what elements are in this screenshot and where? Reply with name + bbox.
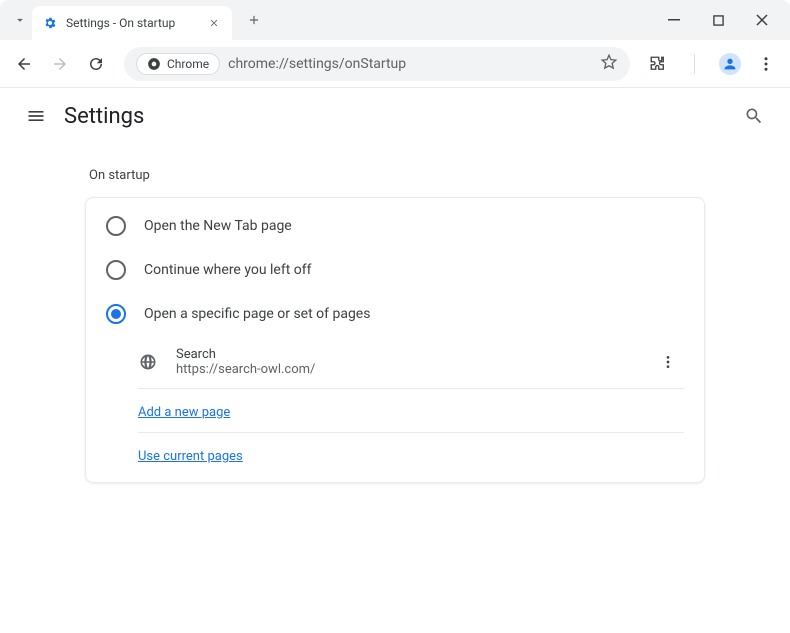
search-icon bbox=[744, 106, 764, 126]
close-icon bbox=[209, 18, 219, 28]
add-page-row: Add a new page bbox=[86, 389, 704, 432]
site-chip-label: Chrome bbox=[167, 57, 209, 71]
profile-button[interactable] bbox=[714, 48, 746, 80]
page-title: Settings bbox=[64, 104, 144, 129]
page-name: Search bbox=[176, 347, 634, 362]
address-bar[interactable]: Chrome chrome://settings/onStartup bbox=[124, 47, 630, 81]
maximize-icon bbox=[713, 15, 724, 26]
search-button[interactable] bbox=[734, 96, 774, 136]
site-chip[interactable]: Chrome bbox=[136, 53, 220, 75]
dots-vertical-icon bbox=[660, 354, 676, 370]
browser-tab[interactable]: Settings - On startup bbox=[32, 6, 232, 40]
page-info: Search https://search-owl.com/ bbox=[176, 347, 634, 377]
plus-icon bbox=[247, 13, 261, 27]
radio-icon bbox=[106, 304, 126, 324]
url-text: chrome://settings/onStartup bbox=[228, 56, 592, 72]
gear-icon bbox=[42, 15, 58, 31]
new-tab-button[interactable] bbox=[240, 6, 268, 34]
startup-card: Open the New Tab page Continue where you… bbox=[85, 197, 705, 483]
radio-icon bbox=[106, 260, 126, 280]
settings-header: Settings bbox=[0, 88, 790, 144]
minimize-icon bbox=[668, 14, 680, 26]
extensions-button[interactable] bbox=[642, 48, 674, 80]
puzzle-icon bbox=[649, 55, 667, 73]
avatar-icon bbox=[719, 53, 741, 75]
reload-button[interactable] bbox=[80, 48, 112, 80]
reload-icon bbox=[87, 55, 105, 73]
divider bbox=[678, 48, 710, 80]
window-titlebar: Settings - On startup bbox=[0, 0, 790, 40]
option-label: Continue where you left off bbox=[144, 262, 312, 278]
startup-page-item: Search https://search-owl.com/ bbox=[86, 336, 704, 388]
section-label: On startup bbox=[85, 168, 705, 183]
option-specific-pages[interactable]: Open a specific page or set of pages bbox=[86, 292, 704, 336]
menu-button[interactable] bbox=[750, 48, 782, 80]
forward-button[interactable] bbox=[44, 48, 76, 80]
back-button[interactable] bbox=[8, 48, 40, 80]
option-label: Open the New Tab page bbox=[144, 218, 292, 234]
page-actions-button[interactable] bbox=[652, 346, 684, 378]
titlebar-left: Settings - On startup bbox=[0, 0, 268, 40]
option-label: Open a specific page or set of pages bbox=[144, 306, 370, 322]
dots-vertical-icon bbox=[757, 55, 775, 73]
tab-search-button[interactable] bbox=[8, 8, 32, 32]
maximize-button[interactable] bbox=[698, 4, 738, 36]
tab-close-button[interactable] bbox=[206, 15, 222, 31]
close-window-button[interactable] bbox=[742, 4, 782, 36]
use-current-link[interactable]: Use current pages bbox=[138, 449, 243, 464]
page-url: https://search-owl.com/ bbox=[176, 362, 634, 377]
arrow-right-icon bbox=[51, 55, 69, 73]
option-new-tab[interactable]: Open the New Tab page bbox=[86, 204, 704, 248]
option-continue[interactable]: Continue where you left off bbox=[86, 248, 704, 292]
chevron-down-icon bbox=[13, 13, 27, 27]
add-page-link[interactable]: Add a new page bbox=[138, 405, 230, 420]
settings-content: On startup Open the New Tab page Continu… bbox=[0, 144, 790, 483]
radio-icon bbox=[106, 216, 126, 236]
window-controls bbox=[654, 4, 782, 36]
bookmark-button[interactable] bbox=[600, 53, 618, 75]
hamburger-icon bbox=[26, 106, 46, 126]
minimize-button[interactable] bbox=[654, 4, 694, 36]
close-icon bbox=[756, 14, 768, 26]
star-icon bbox=[600, 53, 618, 71]
browser-toolbar: Chrome chrome://settings/onStartup bbox=[0, 40, 790, 88]
chrome-icon bbox=[147, 57, 161, 71]
use-current-row: Use current pages bbox=[86, 433, 704, 476]
menu-toggle-button[interactable] bbox=[16, 96, 56, 136]
globe-icon bbox=[138, 352, 158, 372]
arrow-left-icon bbox=[15, 55, 33, 73]
tab-title: Settings - On startup bbox=[66, 16, 198, 30]
